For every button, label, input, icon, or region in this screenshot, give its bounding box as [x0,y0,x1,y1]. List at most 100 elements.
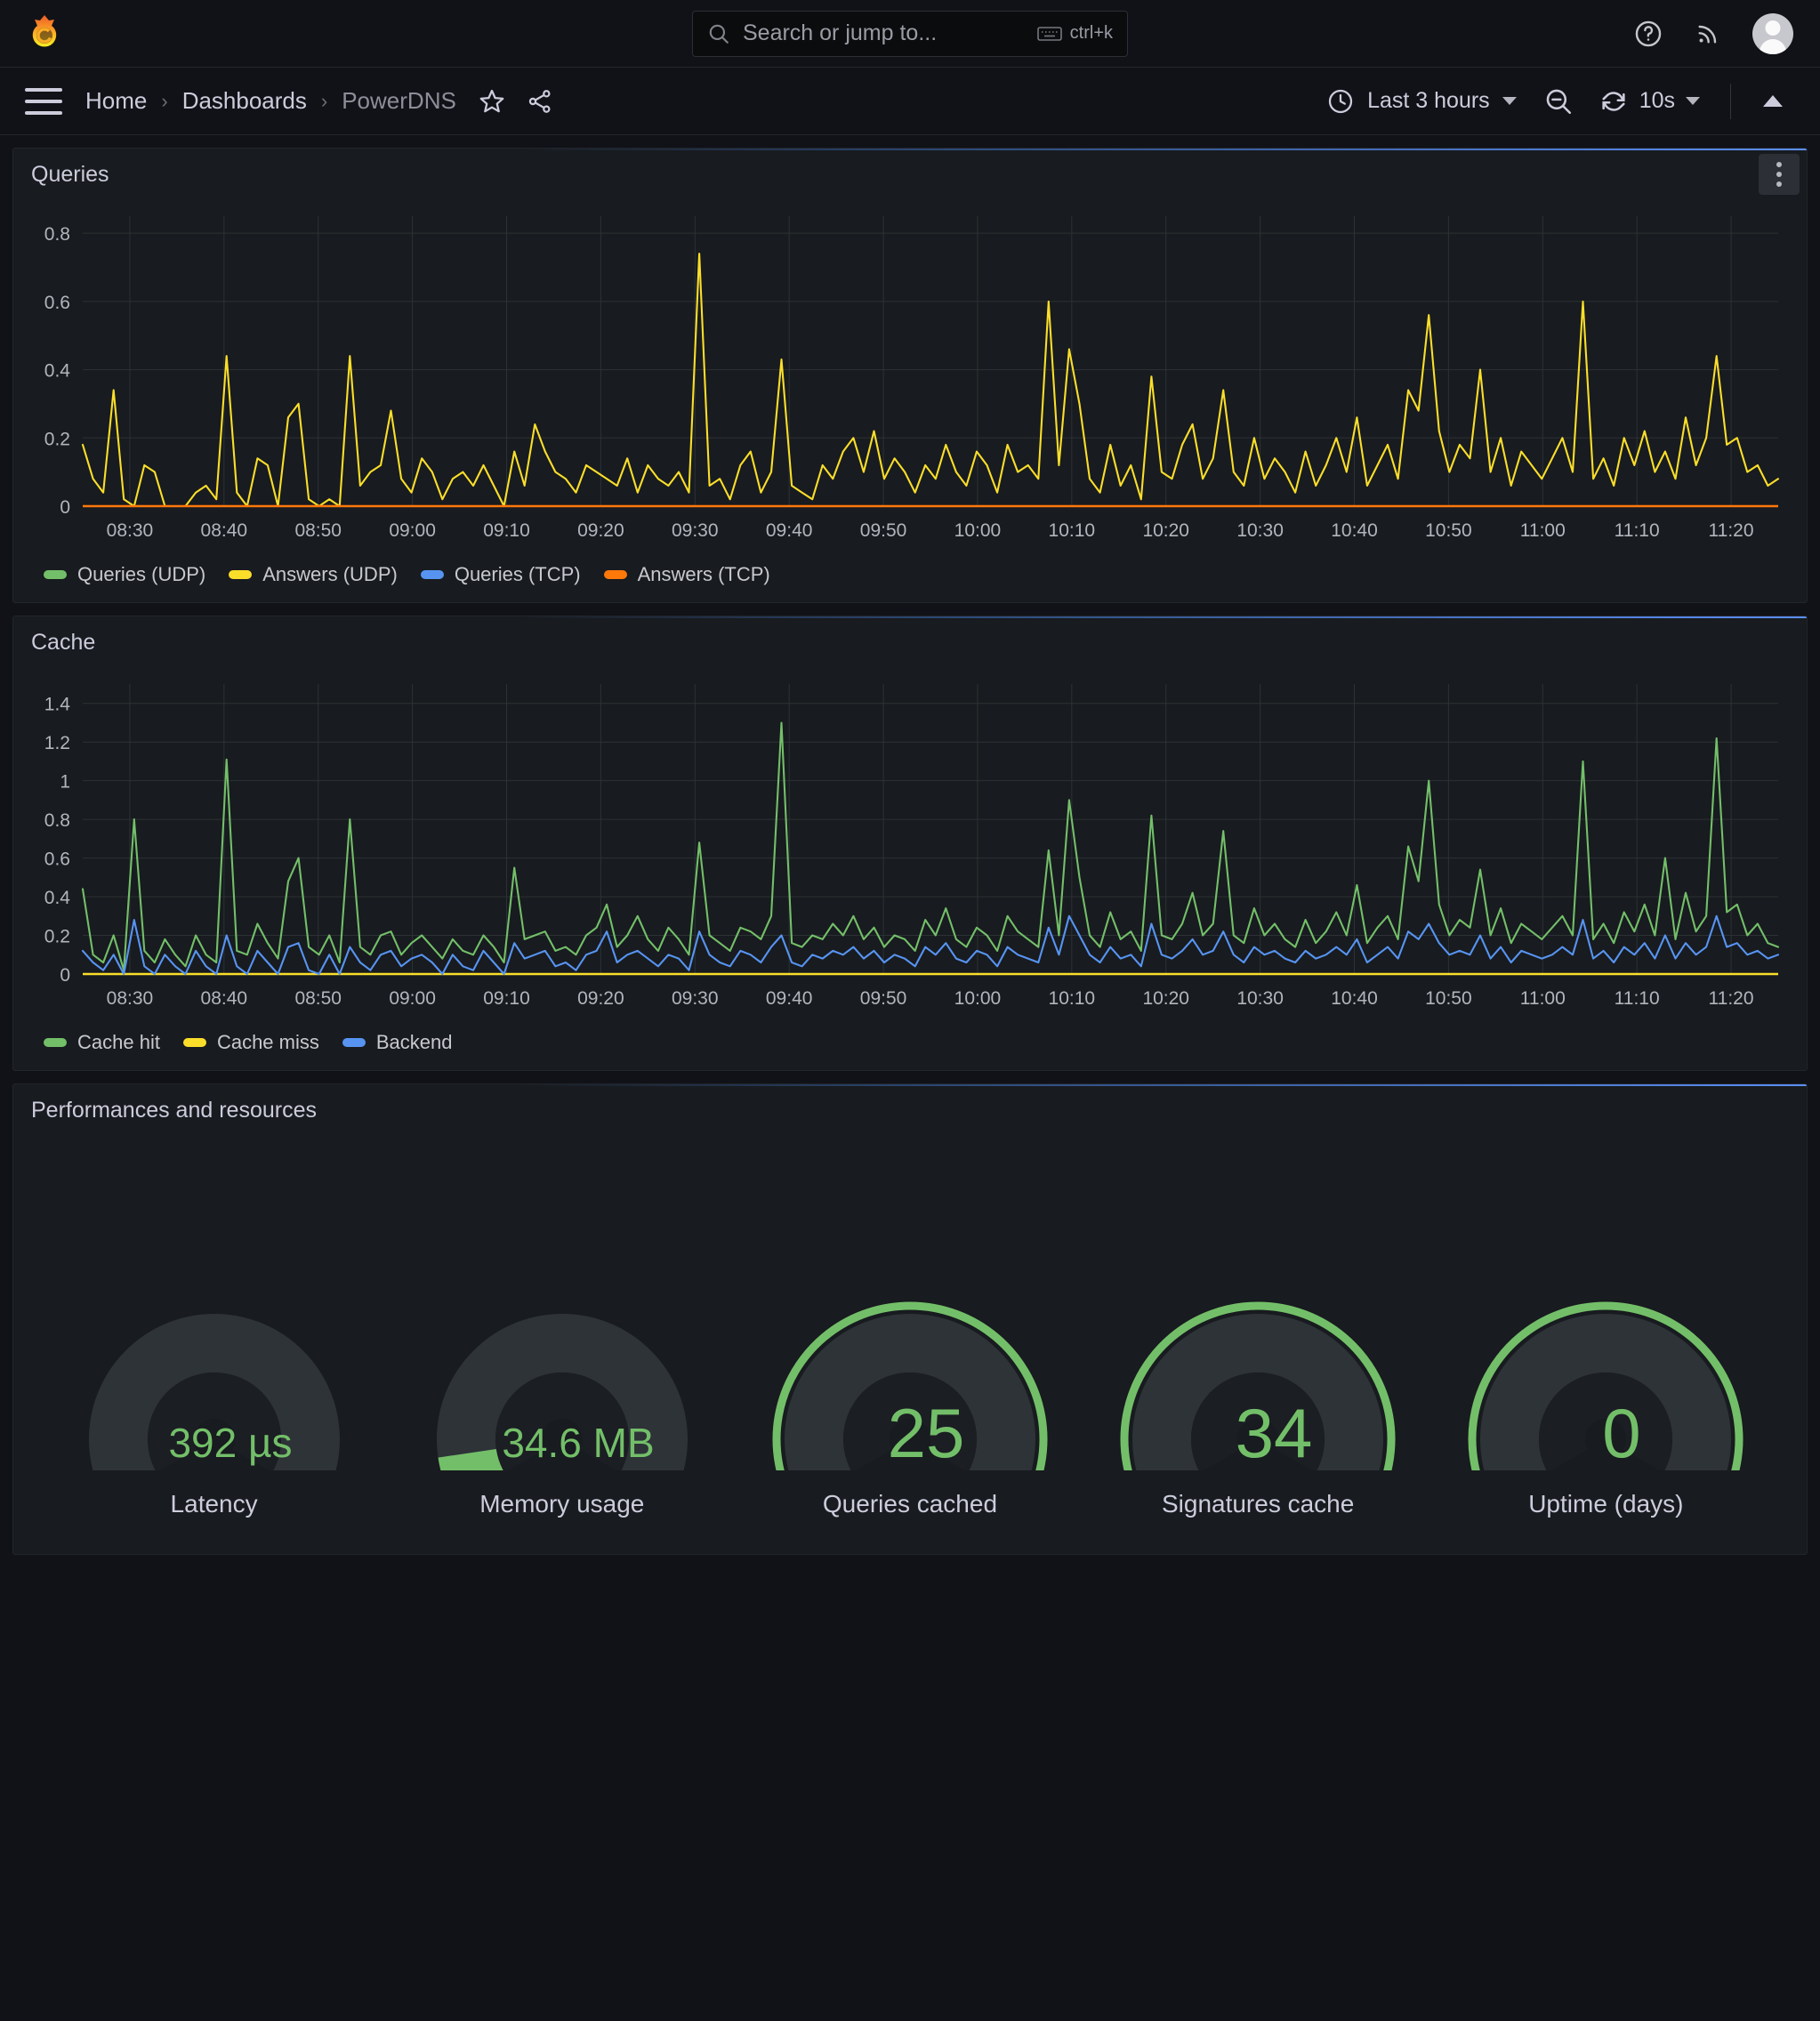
svg-text:09:30: 09:30 [672,988,719,1009]
dashboard-controls: Last 3 hours 10s [1314,77,1795,125]
gauge-signatures-cache[interactable]: 34 Signatures cache [1092,1248,1423,1518]
gauge-uptime-days[interactable]: 0 Uptime (days) [1441,1248,1772,1518]
svg-text:10:40: 10:40 [1331,988,1378,1009]
gauge-latency[interactable]: 392 µs Latency [49,1248,380,1518]
help-circle-icon[interactable] [1633,19,1663,49]
cache-timeseries-svg[interactable]: 0 0.2 0.4 0.6 0.8 1 1.2 1.4 08:30 08:40 08:50 09:00… [13,668,1805,1024]
svg-text:08:50: 08:50 [294,988,342,1009]
svg-text:0: 0 [60,497,70,518]
gauge-memory-usage[interactable]: 34.6 MB Memory usage [397,1248,728,1518]
gauge-value: 25 [888,1394,965,1470]
star-outline-icon[interactable] [478,87,506,116]
svg-text:09:40: 09:40 [766,520,813,541]
gauge-arc: 392 µs [88,1314,340,1470]
panel-cache: Cache 0 0.2 0.4 0.6 0.8 1 1.2 1.4 08:30 08:40 08:5… [12,616,1808,1071]
breadcrumb-separator: › [161,89,168,112]
dashboard-sub-navigation: Home › Dashboards › PowerDNS Last 3 hour… [0,68,1820,135]
svg-text:0.8: 0.8 [44,810,70,831]
svg-text:10:10: 10:10 [1049,520,1096,541]
gauge-value: 0 [1603,1394,1641,1470]
time-range-label: Last 3 hours [1367,88,1490,113]
svg-text:08:50: 08:50 [294,520,342,541]
gauge-svg-wrap: 392 µs [49,1248,380,1470]
breadcrumb-item-powerdns[interactable]: PowerDNS [342,87,456,115]
svg-text:1: 1 [60,772,70,793]
time-range-picker[interactable]: Last 3 hours [1314,80,1529,123]
queries-timeseries-svg[interactable]: 0 0.2 0.4 0.6 0.8 08:30 08:40 08:50 09:00 09:10 09… [13,200,1805,556]
collapse-chevron-up-icon[interactable] [1751,86,1795,116]
legend-item-queries-udp[interactable]: Queries (UDP) [44,563,205,586]
svg-text:09:00: 09:00 [389,520,436,541]
refresh-interval-picker[interactable]: 10s [1588,79,1711,124]
top-nav-actions [1633,12,1793,54]
user-avatar[interactable] [1752,12,1793,54]
search-input[interactable]: Search or jump to... ctrl+k [692,10,1128,57]
gauge-arc: 34 [1120,1301,1396,1470]
hamburger-menu-icon[interactable] [25,87,62,115]
svg-text:09:50: 09:50 [860,988,907,1009]
legend-item-answers-tcp[interactable]: Answers (TCP) [603,563,770,586]
svg-text:11:20: 11:20 [1709,988,1754,1009]
legend-item-answers-udp[interactable]: Answers (UDP) [229,563,398,586]
svg-text:0.6: 0.6 [44,849,70,870]
svg-text:10:50: 10:50 [1425,988,1472,1009]
breadcrumb-item-home[interactable]: Home [85,87,147,115]
breadcrumb: Home › Dashboards › PowerDNS [85,87,456,115]
gauge-arc: 0 [1468,1301,1743,1470]
legend-item-queries-tcp[interactable]: Queries (TCP) [420,563,581,586]
svg-text:09:10: 09:10 [483,988,530,1009]
svg-text:09:10: 09:10 [483,520,530,541]
rss-icon[interactable] [1694,20,1722,48]
legend-item-cache-hit[interactable]: Cache hit [44,1031,160,1054]
legend-swatch [342,1038,366,1047]
panel-menu-icon[interactable] [1759,154,1800,195]
svg-text:0.6: 0.6 [44,293,70,313]
search-placeholder: Search or jump to... [743,20,938,45]
legend-label: Queries (TCP) [454,563,581,585]
legend-item-cache-miss[interactable]: Cache miss [182,1031,319,1054]
gauge-svg-wrap: 34 [1092,1248,1423,1470]
search-shortcut: ctrl+k [1036,23,1113,44]
gauge-value: 392 µs [168,1420,292,1466]
gauge-row: 392 µs Latency 34.6 MB Memory usage 25 Querie… [13,1136,1807,1554]
gauge-label: Signatures cache [1161,1490,1355,1518]
gauge-value: 34 [1236,1394,1313,1470]
legend-label: Queries (UDP) [77,563,206,585]
dashboard-body: Queries 0 0.2 0.4 0.6 0.8 08:30 08:40 08:50 09:0… [0,135,1820,1555]
legend-swatch [44,570,67,579]
svg-text:10:20: 10:20 [1142,520,1189,541]
svg-text:08:30: 08:30 [107,988,154,1009]
grafana-logo-icon[interactable] [25,14,64,53]
svg-text:09:20: 09:20 [577,520,624,541]
legend-label: Answers (TCP) [637,563,770,585]
svg-text:10:30: 10:30 [1236,520,1284,541]
chevron-down-icon [1686,97,1700,105]
svg-text:11:20: 11:20 [1709,520,1754,541]
legend-swatch [229,570,253,579]
legend-item-backend[interactable]: Backend [342,1031,453,1054]
top-navigation-bar: Search or jump to... ctrl+k [0,0,1820,68]
panel-header-queries: Queries [13,149,1807,200]
svg-text:10:00: 10:00 [954,988,1002,1009]
svg-text:0.4: 0.4 [44,361,71,382]
gauge-arc: 25 [772,1301,1048,1470]
search-icon [707,22,730,45]
gauge-queries-cached[interactable]: 25 Queries cached [745,1248,1075,1518]
zoom-out-icon[interactable] [1529,77,1588,125]
svg-text:10:00: 10:00 [954,520,1002,541]
breadcrumb-item-dashboards[interactable]: Dashboards [182,87,307,115]
gauge-arc: 34.6 MB [436,1314,688,1470]
panel-title-queries: Queries [31,161,109,187]
svg-text:08:30: 08:30 [107,520,154,541]
legend-label: Cache miss [216,1031,319,1053]
svg-text:11:00: 11:00 [1520,988,1566,1009]
chart-cache: 0 0.2 0.4 0.6 0.8 1 1.2 1.4 08:30 08:40 08:50 09:00… [13,668,1807,1024]
search-shortcut-label: ctrl+k [1069,23,1113,43]
svg-text:10:50: 10:50 [1425,520,1472,541]
svg-text:1.4: 1.4 [44,695,71,715]
share-nodes-icon[interactable] [526,87,554,116]
refresh-icon[interactable] [1599,86,1629,117]
panel-title-cache: Cache [31,629,96,655]
panel-title-performances: Performances and resources [31,1097,317,1123]
svg-text:11:10: 11:10 [1615,520,1660,541]
